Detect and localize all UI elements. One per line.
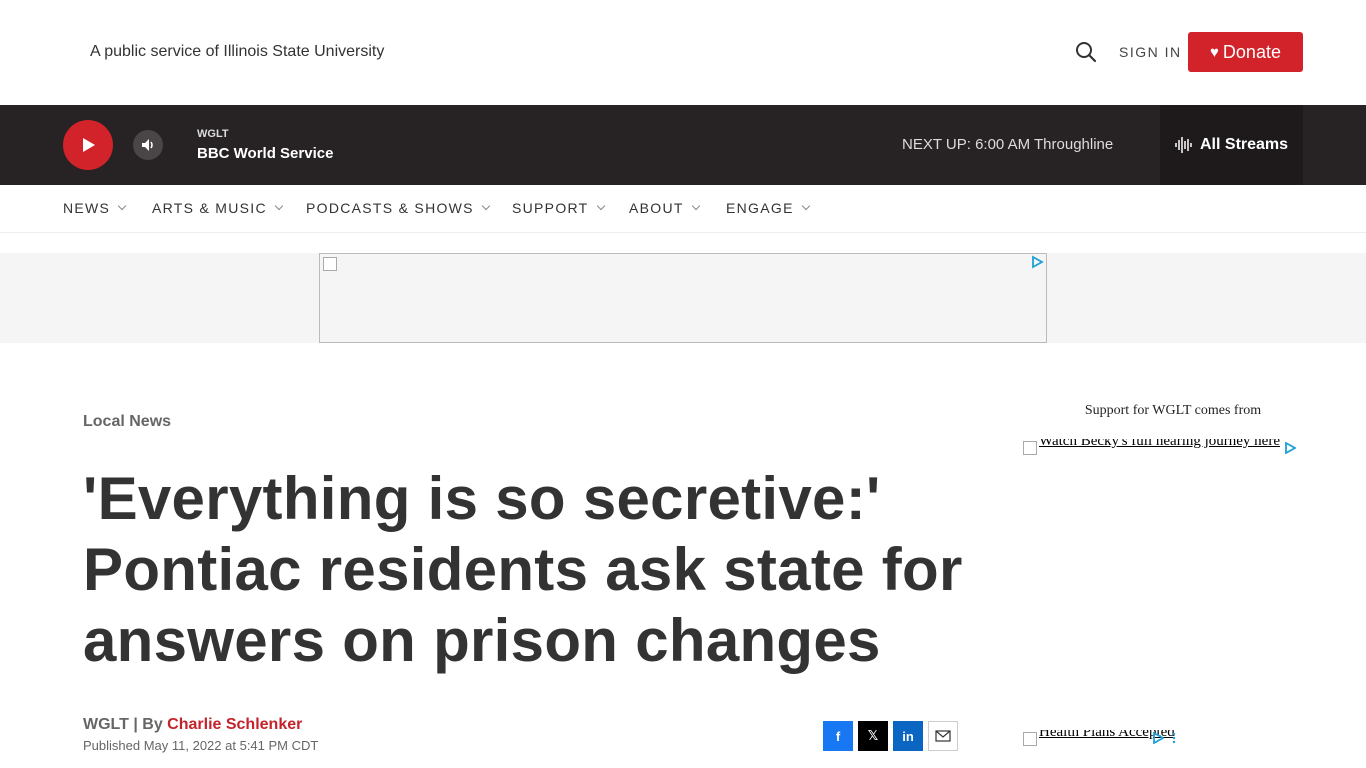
byline-prefix: WGLT | By [83, 716, 168, 733]
chevron-down-icon [691, 201, 700, 211]
facebook-icon: f [835, 728, 841, 744]
all-streams-button[interactable]: All Streams [1160, 105, 1303, 185]
share-email-button[interactable] [928, 721, 958, 751]
broken-image-icon [1023, 441, 1037, 455]
live-player-bar: WGLT BBC World Service NEXT UP: 6:00 AM … [0, 105, 1366, 185]
heart-icon: ♥ [1210, 43, 1219, 61]
nav-item-label: ABOUT [629, 200, 684, 216]
chevron-down-icon [596, 201, 605, 211]
nav-item-label: ENGAGE [726, 200, 794, 216]
nav-item-label: SUPPORT [512, 200, 589, 216]
main-navigation: NEWS ARTS & MUSIC PODCASTS & SHOWS SUPPO… [0, 185, 1366, 233]
nav-item-podcasts-shows[interactable]: PODCASTS & SHOWS [306, 200, 491, 216]
search-icon [1076, 42, 1097, 63]
station-call-sign: WGLT [197, 128, 229, 140]
linkedin-icon: in [902, 728, 914, 744]
byline: WGLT | By Charlie Schlenker [83, 716, 302, 734]
search-button[interactable] [1074, 40, 1098, 64]
next-up-text: NEXT UP: 6:00 AM Throughline [902, 136, 1114, 153]
chevron-down-icon [481, 201, 491, 211]
broken-image-icon [1023, 732, 1037, 746]
nav-item-engage[interactable]: ENGAGE [726, 200, 810, 216]
nav-item-label: PODCASTS & SHOWS [306, 200, 474, 216]
adchoices-icon[interactable] [1152, 732, 1164, 744]
share-linkedin-button[interactable]: in [893, 721, 923, 751]
donate-button[interactable]: ♥ Donate [1188, 32, 1303, 72]
email-icon [935, 730, 951, 742]
site-header: A public service of Illinois State Unive… [0, 0, 1366, 105]
volume-button[interactable] [133, 130, 163, 160]
sidebar-ad-1[interactable]: Watch Becky's full hearing journey here [1023, 439, 1299, 455]
nav-item-arts-music[interactable]: ARTS & MUSIC [152, 200, 284, 216]
broken-image-icon [323, 257, 337, 271]
nav-item-label: ARTS & MUSIC [152, 200, 267, 216]
author-link[interactable]: Charlie Schlenker [167, 716, 302, 733]
share-x-button[interactable]: 𝕏 [858, 721, 888, 751]
chevron-down-icon [801, 201, 810, 211]
more-options-icon[interactable] [1170, 732, 1178, 744]
play-icon [83, 138, 95, 152]
nav-item-news[interactable]: NEWS [63, 200, 127, 216]
adchoices-icon[interactable] [1284, 442, 1296, 454]
top-ad-region [0, 253, 1366, 343]
site-tagline: A public service of Illinois State Unive… [90, 43, 385, 60]
all-streams-label: All Streams [1200, 136, 1289, 153]
sidebar-ad-1-alt: Watch Becky's full hearing journey here [1039, 439, 1280, 449]
nav-item-support[interactable]: SUPPORT [512, 200, 605, 216]
section-label[interactable]: Local News [83, 413, 171, 431]
adchoices-icon[interactable] [1030, 255, 1044, 269]
play-button[interactable] [63, 120, 113, 170]
x-icon: 𝕏 [867, 728, 879, 743]
sign-in-link[interactable]: SIGN IN [1119, 44, 1182, 60]
donate-label: Donate [1222, 41, 1281, 62]
sponsor-label: Support for WGLT comes from [1084, 403, 1262, 418]
station-program-name: BBC World Service [197, 145, 334, 162]
article-headline: 'Everything is so secretive:' Pontiac re… [83, 465, 963, 674]
nav-item-about[interactable]: ABOUT [629, 200, 700, 216]
chevron-down-icon [274, 201, 284, 211]
chevron-down-icon [117, 201, 127, 211]
leaderboard-ad[interactable] [319, 253, 1047, 343]
share-facebook-button[interactable]: f [823, 721, 853, 751]
waveform-icon [1175, 137, 1192, 153]
published-date: Published May 11, 2022 at 5:41 PM CDT [83, 738, 319, 753]
volume-icon [142, 139, 153, 151]
nav-item-label: NEWS [63, 200, 111, 216]
